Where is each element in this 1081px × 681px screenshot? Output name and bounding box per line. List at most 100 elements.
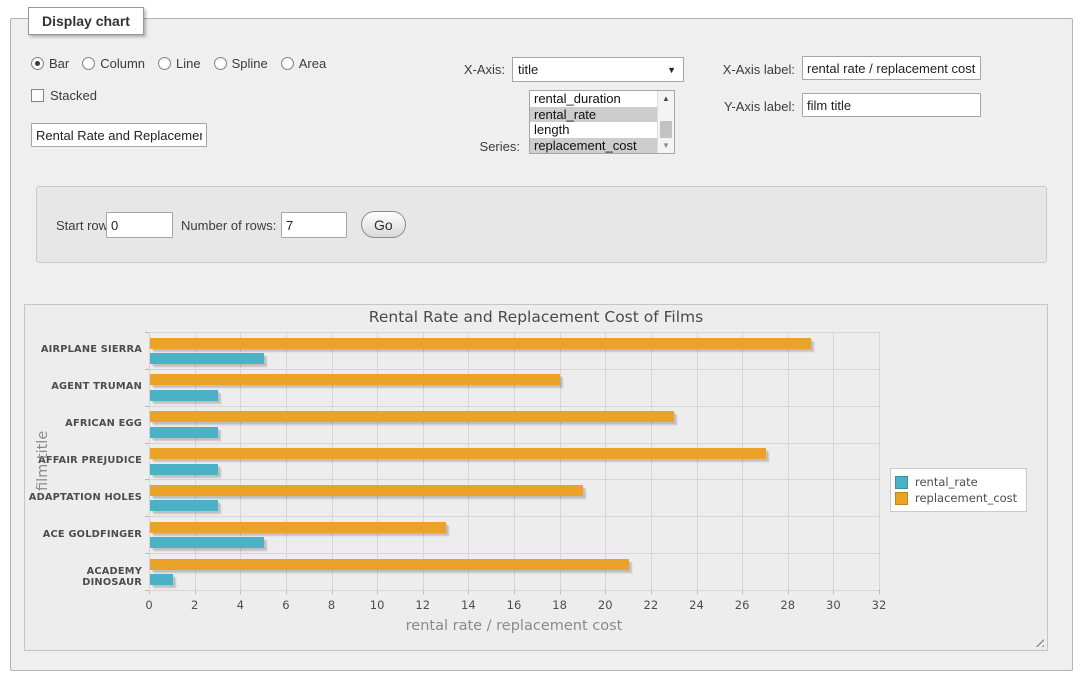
series-option-rental_rate[interactable]: rental_rate (530, 107, 659, 123)
x-tick-label: 4 (220, 598, 260, 612)
chart-legend: rental_ratereplacement_cost (890, 468, 1027, 512)
gridline-vertical (742, 332, 743, 590)
y-axis-label-input[interactable] (802, 93, 981, 117)
y-axis-title: film title (35, 332, 53, 590)
gridline-vertical (423, 332, 424, 590)
y-axis-tick (145, 516, 149, 517)
y-axis-tick (145, 406, 149, 407)
x-tick-label: 0 (129, 598, 169, 612)
gridline-vertical (468, 332, 469, 590)
y-axis-tick (145, 443, 149, 444)
radio-label: Spline (232, 56, 268, 71)
series-option-length[interactable]: length (530, 122, 659, 138)
bar-replacement_cost (150, 338, 811, 349)
gridline-horizontal (149, 479, 879, 480)
y-axis-tick (145, 590, 149, 591)
gridline-vertical (377, 332, 378, 590)
gridline-vertical (560, 332, 561, 590)
radio-label: Bar (49, 56, 69, 71)
scroll-up-icon[interactable]: ▲ (658, 91, 674, 106)
chevron-down-icon: ▼ (667, 66, 676, 75)
legend-label: replacement_cost (915, 491, 1017, 505)
radio-icon[interactable] (281, 57, 294, 70)
gridline-vertical (195, 332, 196, 590)
gridline-horizontal (149, 369, 879, 370)
x-tick-label: 16 (494, 598, 534, 612)
chart-title-input[interactable] (31, 123, 207, 147)
x-tick-label: 12 (403, 598, 443, 612)
fieldset-legend: Display chart (28, 7, 144, 35)
radio-icon[interactable] (31, 57, 44, 70)
gridline-vertical (149, 332, 150, 590)
radio-icon[interactable] (158, 57, 171, 70)
listbox-scrollbar[interactable]: ▲ ▼ (657, 91, 674, 153)
bar-replacement_cost (150, 559, 629, 570)
y-axis-tick (145, 332, 149, 333)
bar-replacement_cost (150, 374, 560, 385)
gridline-vertical (605, 332, 606, 590)
chart-type-radio-area[interactable]: Area (281, 56, 326, 71)
gridline-horizontal (149, 516, 879, 517)
chart-type-radio-spline[interactable]: Spline (214, 56, 268, 71)
legend-swatch-icon (895, 476, 908, 489)
x-tick-label: 28 (768, 598, 808, 612)
gridline-vertical (697, 332, 698, 590)
x-axis-select-label: X-Axis: (440, 62, 505, 77)
x-tick-label: 20 (585, 598, 625, 612)
bar-replacement_cost (150, 522, 446, 533)
number-of-rows-input[interactable] (281, 212, 347, 238)
radio-label: Column (100, 56, 145, 71)
chart-type-radio-bar[interactable]: Bar (31, 56, 69, 71)
legend-swatch-icon (895, 492, 908, 505)
start-row-label: Start row: (56, 218, 112, 233)
gridline-vertical (240, 332, 241, 590)
number-of-rows-label: Number of rows: (181, 218, 276, 233)
y-axis-tick (145, 479, 149, 480)
x-tick-label: 8 (312, 598, 352, 612)
chart-widget: Rental Rate and Replacement Cost of Film… (24, 304, 1048, 651)
legend-row-replacement_cost: replacement_cost (895, 491, 1017, 505)
y-axis-tick (145, 369, 149, 370)
gridline-vertical (514, 332, 515, 590)
page: Display chart Bar Column Line Spline Area St… (0, 0, 1081, 681)
series-option-replacement_cost[interactable]: replacement_cost (530, 138, 659, 154)
series-option-rental_duration[interactable]: rental_duration (530, 91, 659, 107)
x-tick-label: 24 (677, 598, 717, 612)
bar-replacement_cost (150, 485, 583, 496)
go-button[interactable]: Go (361, 211, 406, 238)
series-select-label: Series: (455, 139, 520, 154)
chart-title: Rental Rate and Replacement Cost of Film… (25, 308, 1047, 326)
bar-replacement_cost (150, 411, 674, 422)
x-tick-label: 14 (448, 598, 488, 612)
radio-icon[interactable] (82, 57, 95, 70)
gridline-vertical (286, 332, 287, 590)
chart-type-radio-line[interactable]: Line (158, 56, 201, 71)
radio-label: Area (299, 56, 326, 71)
x-tick-label: 6 (266, 598, 306, 612)
gridline-horizontal (149, 553, 879, 554)
y-axis-label-label: Y-Axis label: (705, 99, 795, 114)
x-tick-label: 18 (540, 598, 580, 612)
row-range-panel: Start row: Number of rows: Go (36, 186, 1047, 263)
bar-rental_rate (150, 464, 218, 475)
x-axis-select[interactable]: title ▼ (512, 57, 684, 82)
radio-icon[interactable] (214, 57, 227, 70)
resize-grip-icon[interactable] (1032, 635, 1044, 647)
scroll-down-icon[interactable]: ▼ (658, 138, 674, 153)
x-axis-label-input[interactable] (802, 56, 981, 80)
chart-type-radio-column[interactable]: Column (82, 56, 145, 71)
bar-rental_rate (150, 574, 173, 585)
gridline-horizontal (149, 406, 879, 407)
x-axis-tick (879, 590, 880, 594)
x-tick-label: 2 (175, 598, 215, 612)
x-axis-title: rental rate / replacement cost (149, 618, 879, 634)
radio-label: Line (176, 56, 201, 71)
bar-rental_rate (150, 390, 218, 401)
gridline-vertical (651, 332, 652, 590)
series-listbox[interactable]: rental_durationrental_ratelengthreplacem… (529, 90, 675, 154)
x-tick-label: 22 (631, 598, 671, 612)
stacked-checkbox[interactable] (31, 89, 44, 102)
start-row-input[interactable] (106, 212, 173, 238)
gridline-vertical (879, 332, 880, 590)
stacked-checkbox-row[interactable]: Stacked (31, 88, 97, 103)
